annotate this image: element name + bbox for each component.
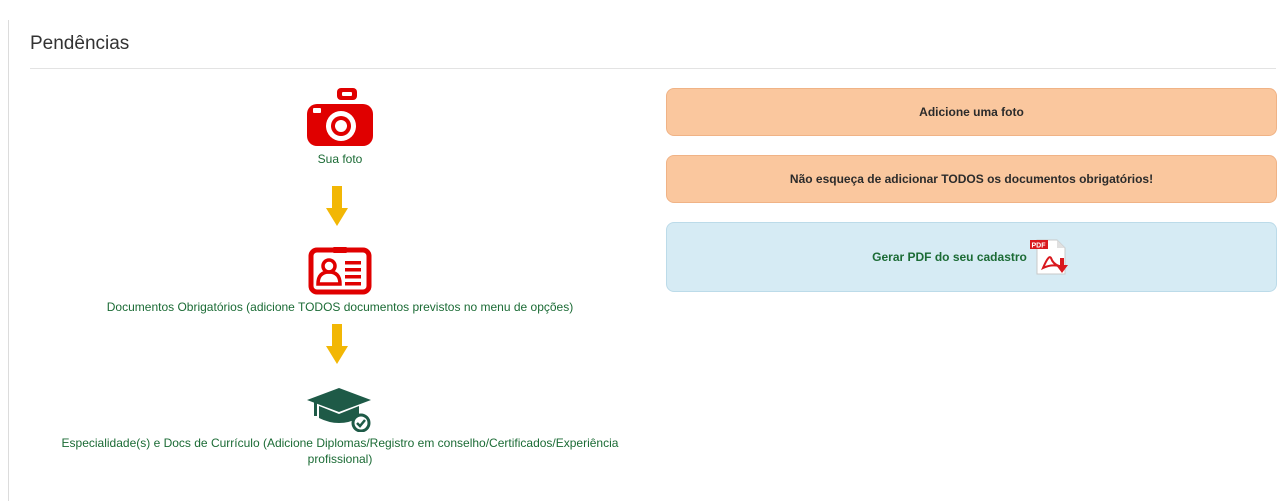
pdf-badge-text: PDF <box>1031 242 1046 249</box>
documents-warning-button[interactable]: Não esqueça de adicionar TODOS os docume… <box>666 155 1277 203</box>
camera-icon <box>305 86 375 151</box>
graduation-cap-icon <box>305 386 375 435</box>
add-photo-button[interactable]: Adicione uma foto <box>666 88 1277 136</box>
step-documents[interactable]: Documentos Obrigatórios (adicione TODOS … <box>30 246 650 315</box>
left-border <box>8 20 9 501</box>
step-specialties-label: Especialidade(s) e Docs de Currículo (Ad… <box>61 436 619 450</box>
generate-pdf-button[interactable]: Gerar PDF do seu cadastro PDF <box>666 222 1277 292</box>
arrow-down-icon <box>326 324 348 371</box>
add-photo-label: Adicione uma foto <box>919 105 1024 119</box>
step-specialties-label-line2: profissional) <box>307 452 373 466</box>
step-photo-label: Sua foto <box>317 152 363 166</box>
step-photo[interactable]: Sua foto <box>30 86 650 167</box>
step-specialties[interactable]: Especialidade(s) e Docs de Currículo (Ad… <box>30 386 650 467</box>
step-documents-label: Documentos Obrigatórios (adicione TODOS … <box>106 300 574 314</box>
documents-warning-label: Não esqueça de adicionar TODOS os docume… <box>789 172 1154 186</box>
arrow-down-icon <box>326 186 348 233</box>
generate-pdf-label: Gerar PDF do seu cadastro <box>872 250 1027 264</box>
pendencias-panel: Pendências Sua foto Documentos Obrigatór… <box>30 0 1279 501</box>
id-card-icon <box>307 246 373 299</box>
steps-column: Sua foto Documentos Obrigatórios (adicio… <box>30 0 650 501</box>
pdf-download-icon: PDF <box>1029 236 1071 279</box>
